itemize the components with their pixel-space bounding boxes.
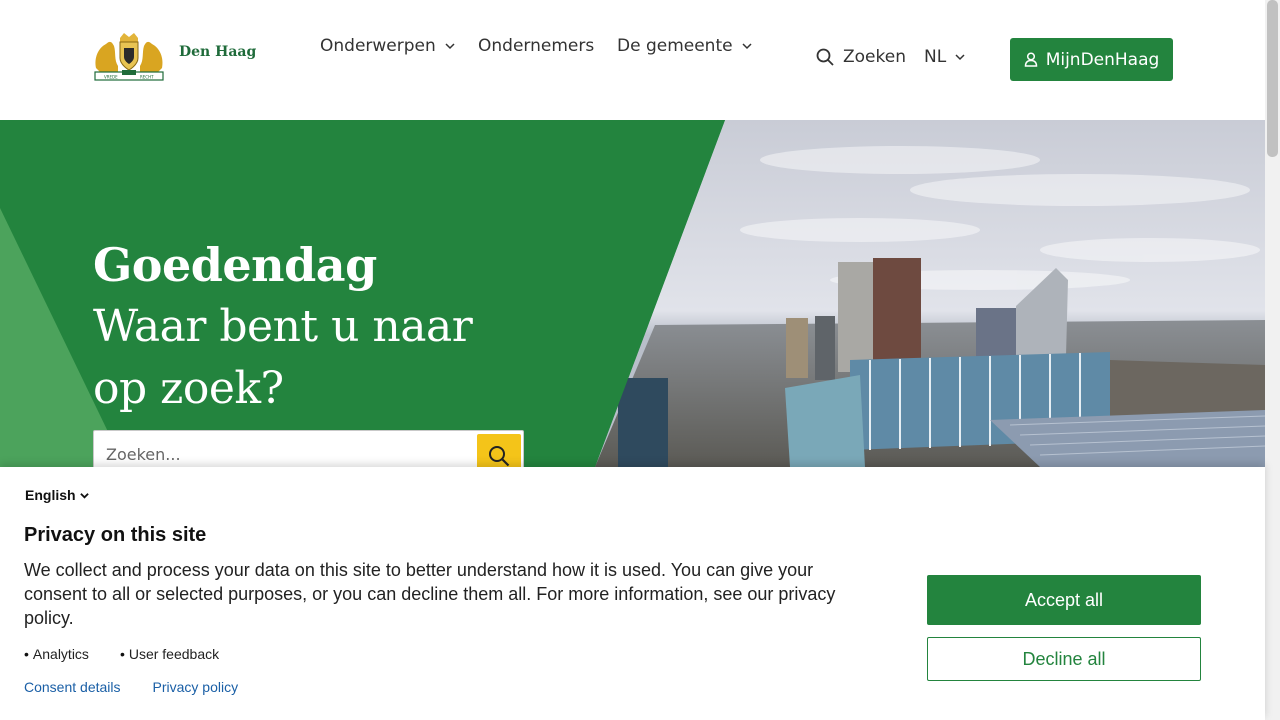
mijn-den-haag-label: MijnDenHaag (1045, 49, 1160, 70)
privacy-policy-link[interactable]: Privacy policy (153, 679, 239, 695)
mijn-den-haag-button[interactable]: MijnDenHaag (1010, 38, 1173, 81)
nav-item-de-gemeente[interactable]: De gemeente (617, 36, 752, 56)
nav-item-label: Onderwerpen (320, 36, 436, 56)
hero-banner: Goedendag Waar bent u naar op zoek? (0, 120, 1265, 467)
coat-of-arms-logo: VREDE RECHT (94, 33, 164, 81)
logo-text: Den Haag (179, 44, 257, 60)
site-header: VREDE RECHT Den Haag Onderwerpen Onderne… (0, 0, 1265, 120)
hero-search-button[interactable] (477, 434, 521, 467)
chevron-down-icon (742, 43, 752, 50)
language-switcher[interactable]: NL (924, 47, 965, 67)
hero-title: Goedendag (93, 238, 377, 292)
nav-item-ondernemers[interactable]: Ondernemers (478, 36, 594, 56)
svg-text:RECHT: RECHT (140, 75, 154, 80)
consent-links: Consent details Privacy policy (24, 679, 270, 695)
user-icon (1024, 52, 1037, 67)
consent-title: Privacy on this site (24, 524, 207, 546)
svg-text:VREDE: VREDE (104, 75, 118, 80)
scrollbar-thumb[interactable] (1267, 0, 1278, 157)
consent-language-select[interactable]: English (25, 487, 89, 503)
site-logo[interactable]: VREDE RECHT Den Haag (92, 30, 256, 82)
hero-search-input[interactable] (106, 445, 466, 464)
consent-details-link[interactable]: Consent details (24, 679, 121, 695)
hero-subtitle: Waar bent u naar op zoek? (93, 301, 473, 414)
header-search-link[interactable]: Zoeken (816, 47, 906, 67)
chevron-down-icon (955, 54, 965, 61)
consent-purpose-item: User feedback (120, 646, 219, 662)
hero-search-box (93, 430, 524, 467)
page: VREDE RECHT Den Haag Onderwerpen Onderne… (0, 0, 1280, 720)
nav-item-label: Ondernemers (478, 36, 595, 56)
search-icon (816, 48, 834, 66)
chevron-down-icon (445, 43, 455, 50)
consent-purposes-list: Analytics User feedback (24, 646, 250, 662)
accept-all-button[interactable]: Accept all (927, 575, 1201, 625)
decline-all-button[interactable]: Decline all (927, 637, 1201, 681)
privacy-consent-banner: English Privacy on this site We collect … (0, 467, 1265, 720)
search-icon (489, 446, 510, 467)
consent-language-label: English (25, 487, 76, 503)
consent-description: We collect and process your data on this… (24, 560, 836, 628)
nav-item-label: De gemeente (617, 36, 733, 56)
consent-purpose-item: Analytics (24, 646, 89, 662)
nav-item-onderwerpen[interactable]: Onderwerpen (320, 36, 455, 56)
page-scrollbar[interactable] (1265, 0, 1280, 720)
chevron-down-icon (79, 492, 89, 499)
search-link-label: Zoeken (843, 47, 906, 67)
language-label: NL (924, 47, 947, 67)
